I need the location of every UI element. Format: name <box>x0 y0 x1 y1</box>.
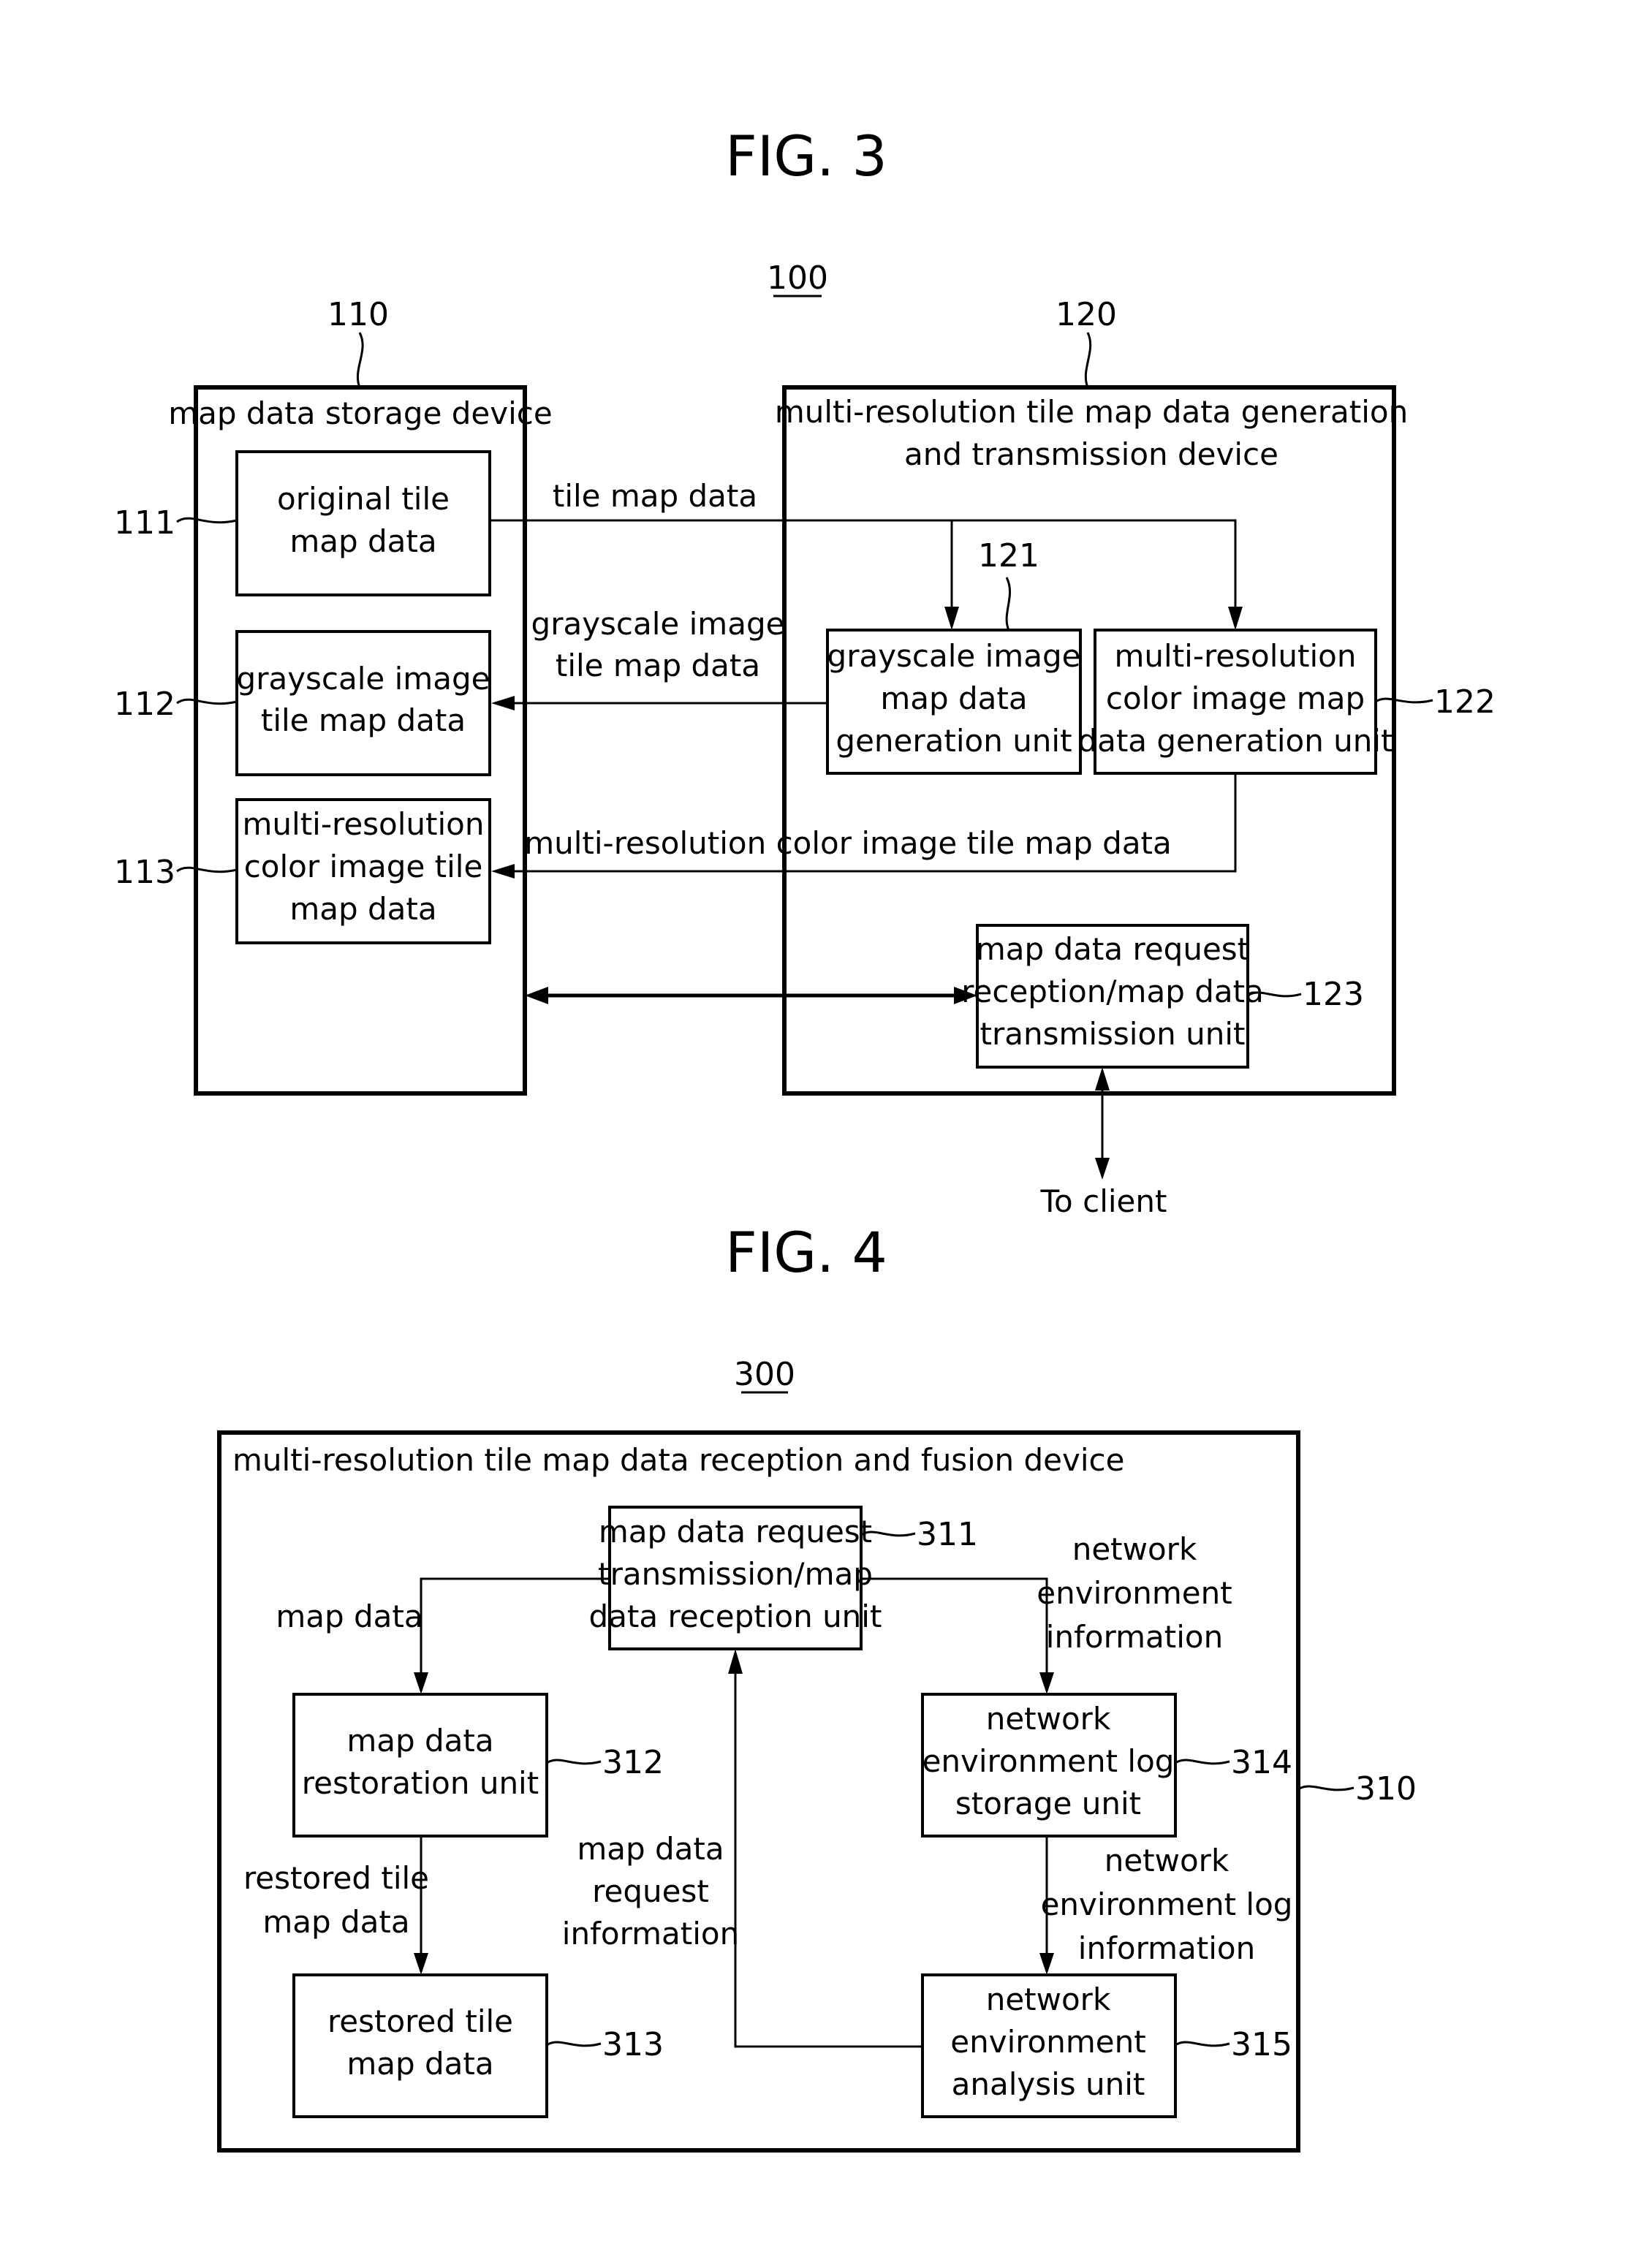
leader-313 <box>546 2041 602 2047</box>
unit-123-line1: map data request <box>976 931 1249 967</box>
unit-121-line1: grayscale image <box>827 638 1081 674</box>
ref-113: 113 <box>114 854 175 891</box>
flow-net-log-info-line2: environment log <box>1041 1886 1293 1922</box>
flow-request-info-line <box>734 1671 922 2048</box>
unit-314-line1: network <box>986 1701 1111 1737</box>
arrowhead-to-112 <box>491 696 515 710</box>
arrowhead-to-314 <box>1039 1672 1054 1694</box>
unit-314-line3: storage unit <box>955 1786 1141 1821</box>
ref-313: 313 <box>602 2026 664 2063</box>
flow-map-data-label: map data <box>276 1598 423 1634</box>
unit-312-line1: map data <box>346 1723 493 1759</box>
arrowhead-to-313 <box>414 1953 428 1975</box>
leader-310 <box>1297 1785 1354 1791</box>
unit-122-line2: color image map <box>1106 680 1365 716</box>
ref-122: 122 <box>1434 683 1496 721</box>
ref-314: 314 <box>1231 1744 1292 1781</box>
leader-120 <box>1084 332 1092 388</box>
flow-restored-line1: restored tile <box>243 1860 429 1896</box>
leader-121 <box>1005 577 1011 631</box>
reception-fusion-device-label: multi-resolution tile map data reception… <box>232 1442 1124 1478</box>
unit-311-line3: data reception unit <box>589 1598 882 1634</box>
unit-315-line2: environment <box>950 2024 1145 2060</box>
storage-device-label: map data storage device <box>168 395 552 431</box>
arrowhead-to-121 <box>944 607 959 630</box>
flow-grayscale-label-line2: tile map data <box>556 648 760 683</box>
leader-314 <box>1175 1759 1230 1765</box>
ref-111: 111 <box>114 504 175 542</box>
fig3-title: FIG. 3 <box>725 124 887 189</box>
unit-312-line2: restoration unit <box>302 1765 539 1801</box>
arrowhead-to-122 <box>1228 607 1243 630</box>
figure-3: FIG. 3 100 110 map data storage device o… <box>114 124 1496 1219</box>
leader-110 <box>356 332 364 388</box>
unit-122-line3: data generation unit <box>1077 723 1393 759</box>
leader-111 <box>176 517 238 524</box>
unit-123-line3: transmission unit <box>980 1016 1245 1052</box>
flow-request-info-line1: map data <box>577 1831 724 1867</box>
flow-request-info-line3: information <box>562 1916 739 1952</box>
to-client-label: To client <box>1040 1183 1167 1219</box>
flow-net-log-info-line1: network <box>1105 1843 1230 1878</box>
figure-4: FIG. 4 300 multi-resolution tile map dat… <box>217 1220 1417 2153</box>
arrowhead-to-311 <box>728 1649 743 1674</box>
flow-tile-map-data-label: tile map data <box>553 478 757 514</box>
ref-312: 312 <box>602 1744 664 1781</box>
flow-net-env-info-line2: environment <box>1037 1575 1232 1611</box>
flow-tile-map-data-line <box>490 519 1237 614</box>
arrowhead-to-312 <box>414 1672 428 1694</box>
flow-map-data-line <box>420 1577 610 1678</box>
unit-123-line2: reception/map data <box>961 974 1264 1009</box>
generation-device-label-line1: multi-resolution tile map data generatio… <box>775 394 1408 430</box>
leader-315 <box>1175 2041 1230 2047</box>
ref-123: 123 <box>1303 976 1364 1013</box>
leader-312 <box>546 1759 602 1765</box>
unit-314-line2: environment log <box>922 1743 1175 1779</box>
patent-figures: FIG. 3 100 110 map data storage device o… <box>114 124 1496 2153</box>
leader-122 <box>1375 697 1433 704</box>
unit-121-line3: generation unit <box>836 723 1072 759</box>
unit-311-line2: transmission/map <box>598 1556 873 1592</box>
ref-311: 311 <box>917 1516 978 1553</box>
item-111-line2: map data <box>289 523 436 559</box>
leader-112 <box>176 698 238 705</box>
item-113-line1: multi-resolution <box>243 806 485 842</box>
ref-120: 120 <box>1056 296 1117 333</box>
ref-310: 310 <box>1355 1770 1417 1808</box>
flow-grayscale-label-line1: grayscale image <box>531 606 785 642</box>
arrowhead-to-client <box>1095 1158 1110 1180</box>
unit-311-line1: map data request <box>599 1514 872 1550</box>
unit-121-line2: map data <box>880 680 1027 716</box>
flow-net-env-info-line1: network <box>1072 1531 1197 1567</box>
ref-110: 110 <box>327 296 389 333</box>
item-112-line1: grayscale image <box>237 661 490 697</box>
arrowhead-to-315 <box>1039 1953 1054 1975</box>
flow-net-log-info-line3: information <box>1078 1930 1255 1966</box>
unit-315-line1: network <box>986 1981 1111 2017</box>
generation-device-label-line2: and transmission device <box>904 436 1278 472</box>
arrowhead-to-123-from-client <box>1095 1067 1110 1091</box>
unit-313-line1: restored tile <box>327 2003 513 2039</box>
ref-112: 112 <box>114 686 175 723</box>
item-113-line3: map data <box>289 891 436 927</box>
flow-net-env-info-line <box>861 1577 1048 1678</box>
arrowhead-to-113 <box>491 864 515 879</box>
unit-313-line2: map data <box>346 2046 493 2082</box>
item-113-line2: color image tile <box>244 849 483 884</box>
item-111-line1: original tile <box>277 481 450 517</box>
flow-color-label: multi-resolution color image tile map da… <box>524 825 1172 861</box>
arrowhead-to-storage <box>525 987 548 1004</box>
fig4-system-ref: 300 <box>734 1356 795 1393</box>
item-112-line2: tile map data <box>261 702 466 738</box>
unit-315-line3: analysis unit <box>952 2066 1145 2102</box>
flow-restored-line2: map data <box>262 1904 409 1940</box>
flow-request-info-line2: request <box>592 1873 709 1909</box>
ref-121: 121 <box>978 537 1039 574</box>
leader-113 <box>176 866 238 873</box>
ref-315: 315 <box>1231 2026 1292 2063</box>
unit-122-line1: multi-resolution <box>1115 638 1357 674</box>
fig3-system-ref: 100 <box>767 259 828 297</box>
flow-net-env-info-line3: information <box>1046 1619 1223 1655</box>
fig4-title: FIG. 4 <box>725 1220 887 1285</box>
